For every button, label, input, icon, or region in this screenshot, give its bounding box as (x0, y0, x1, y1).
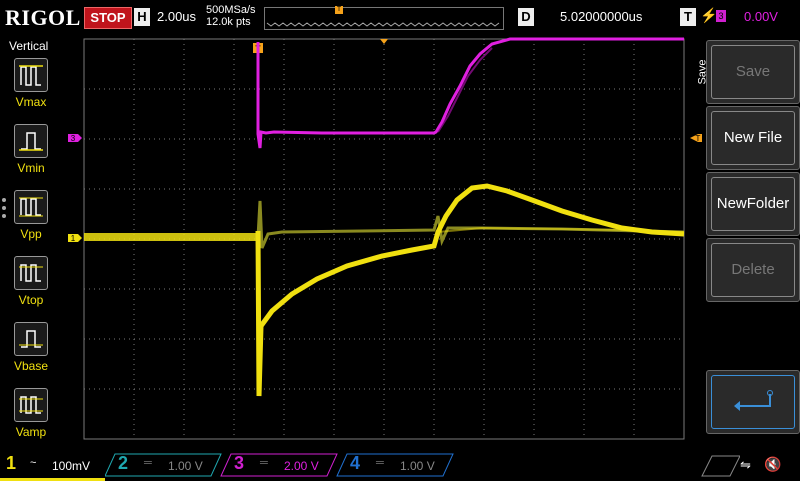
vpp-icon (14, 190, 48, 224)
ch1-status[interactable]: 1 ~ 100mV (0, 452, 105, 481)
menu-page-dots (2, 198, 6, 222)
vtop-label: Vtop (18, 293, 44, 307)
usb-icon: ⇋ (740, 457, 751, 472)
ch3-offset-marker[interactable]: 3 (68, 134, 82, 143)
ch4-number: 4 (350, 453, 361, 473)
measure-menu: Vertical Vmax Vmin Vpp Vtop Vbase Vamp (0, 36, 62, 450)
vmax-label: Vmax (15, 95, 47, 109)
ch2-number: 2 (118, 453, 129, 473)
new-folder-button[interactable]: NewFolder (706, 172, 800, 236)
delay-label: D (518, 8, 534, 26)
delete-label: Delete (711, 243, 795, 297)
speaker-muted-icon[interactable]: 🔇 (764, 456, 781, 473)
save-menu: Save Save New File NewFolder Delete (697, 36, 800, 450)
ch4-scale: 1.00 V (400, 459, 435, 473)
vmin-label: Vmin (17, 161, 45, 175)
status-slant-icon (701, 455, 740, 477)
delete-button[interactable]: Delete (706, 238, 800, 302)
trigger-label: T (680, 8, 696, 26)
trigger-level[interactable]: 0.00V (744, 9, 778, 24)
new-file-button[interactable]: New File (706, 106, 800, 170)
brand-logo: RIGOL (5, 5, 81, 30)
measure-menu-title: Vertical (9, 39, 49, 53)
save-button[interactable]: Save (706, 40, 800, 104)
enter-button[interactable] (706, 370, 800, 434)
ch2-status[interactable]: 2 ═ 1.00 V (110, 452, 220, 478)
ch1-offset-marker[interactable]: 1 (68, 234, 82, 243)
ch3-scale: 2.00 V (284, 459, 319, 473)
horizontal-label: H (134, 8, 150, 26)
trigger-source: 3 (716, 10, 726, 22)
trigger-edge-icon: ⚡ (700, 7, 718, 23)
ch3-number: 3 (234, 453, 245, 473)
measure-vamp[interactable]: Vamp (10, 388, 52, 439)
vtop-icon (14, 256, 48, 290)
ch4-status[interactable]: 4 ═ 1.00 V (342, 452, 452, 478)
sample-info: 500MSa/s 12.0k pts (206, 4, 256, 28)
trigger-level-t-label: T (696, 134, 701, 143)
memory-position-wave (266, 22, 500, 27)
delay-value[interactable]: 5.02000000us (560, 9, 642, 24)
top-status-bar: RIGOL STOP H 2.00us 500MSa/s 12.0k pts T… (0, 0, 800, 36)
trigger-position-marker: T (335, 6, 343, 14)
ch4-coupling-icon: ═ (376, 457, 384, 469)
measure-vmax[interactable]: Vmax (10, 58, 52, 109)
timebase-scale[interactable]: 2.00us (157, 9, 196, 24)
run-stop-button[interactable]: STOP (84, 7, 132, 29)
vmin-icon (14, 124, 48, 158)
memory-position-bar[interactable] (264, 7, 504, 30)
vbase-label: Vbase (13, 359, 49, 373)
measure-vmin[interactable]: Vmin (10, 124, 52, 175)
trigger-level-marker[interactable]: T (690, 134, 702, 143)
ch2-scale: 1.00 V (168, 459, 203, 473)
ch1-coupling-icon: ~ (30, 457, 37, 469)
ch3-marker-label: 3 (71, 134, 76, 143)
ch3-status[interactable]: 3 ═ 2.00 V (226, 452, 336, 478)
ch3-waveform (256, 37, 684, 149)
ch1-marker-label: 1 (71, 234, 76, 243)
new-folder-label: NewFolder (711, 177, 795, 231)
vmax-icon (14, 58, 48, 92)
vamp-icon (14, 388, 48, 422)
ch1-number: 1 (6, 453, 17, 473)
waveform-display[interactable]: T 3 1 T (62, 36, 702, 450)
delay-center-marker (380, 39, 388, 44)
sample-rate: 500MSa/s (206, 4, 256, 16)
new-file-label: New File (711, 111, 795, 165)
vamp-label: Vamp (15, 425, 47, 439)
measure-vbase[interactable]: Vbase (10, 322, 52, 373)
memory-depth: 12.0k pts (206, 16, 251, 28)
ch1-scale: 100mV (52, 459, 91, 473)
vbase-icon (14, 322, 48, 356)
enter-icon (711, 375, 795, 429)
channel-status-bar: 1 ~ 100mV 2 ═ 1.00 V 3 ═ 2.00 V 4 ═ 1.00… (0, 452, 800, 481)
vpp-label: Vpp (20, 227, 42, 241)
ch2-coupling-icon: ═ (144, 457, 152, 469)
measure-vpp[interactable]: Vpp (10, 190, 52, 241)
measure-vtop[interactable]: Vtop (10, 256, 52, 307)
ch3-coupling-icon: ═ (260, 457, 268, 469)
save-button-label: Save (711, 45, 795, 99)
